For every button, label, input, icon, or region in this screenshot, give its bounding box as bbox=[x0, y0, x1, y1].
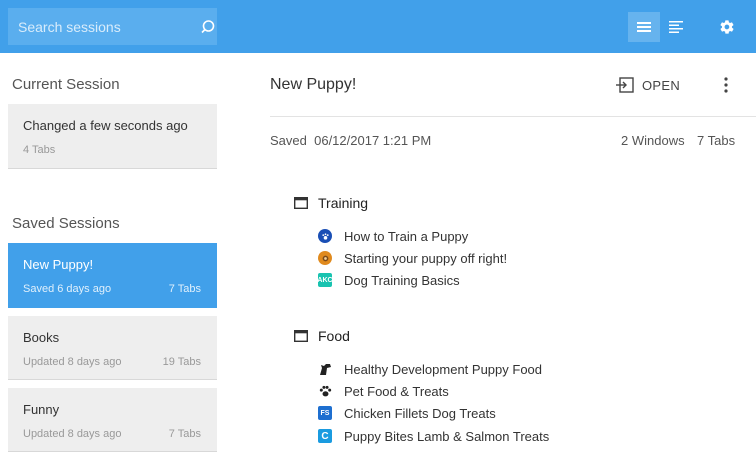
session-subtitle: Updated 8 days ago bbox=[23, 428, 122, 440]
paw-blue-icon bbox=[318, 229, 332, 243]
fs-icon: FS bbox=[318, 406, 332, 420]
list-view-icon bbox=[637, 22, 651, 32]
session-subtitle: Updated 8 days ago bbox=[23, 356, 122, 368]
session-tab-count: 7 Tabs bbox=[168, 428, 201, 440]
gear-icon bbox=[720, 20, 734, 34]
session-detail-title: New Puppy! bbox=[270, 76, 357, 93]
tab-title: Puppy Bites Lamb & Salmon Treats bbox=[344, 428, 550, 444]
tab-item[interactable]: C Puppy Bites Lamb & Salmon Treats bbox=[318, 428, 549, 444]
c-logo-icon: C bbox=[318, 429, 332, 443]
tab-title: Chicken Fillets Dog Treats bbox=[344, 405, 496, 421]
dog-badge-icon bbox=[318, 251, 332, 265]
more-options-button[interactable] bbox=[716, 73, 736, 97]
tab-item[interactable]: Healthy Development Puppy Food bbox=[318, 361, 542, 377]
saved-label: Saved bbox=[270, 133, 307, 148]
window-name: Training bbox=[318, 195, 369, 211]
search-icon[interactable] bbox=[199, 8, 217, 45]
tab-title: Pet Food & Treats bbox=[344, 383, 449, 399]
session-title: Funny bbox=[23, 402, 60, 417]
tab-item[interactable]: FS Chicken Fillets Dog Treats bbox=[318, 405, 496, 421]
session-subtitle: Saved 6 days ago bbox=[23, 283, 112, 295]
akc-badge-text: AKC bbox=[317, 276, 333, 284]
window-name: Food bbox=[318, 328, 350, 344]
tab-title: Healthy Development Puppy Food bbox=[344, 361, 543, 377]
tab-item[interactable]: Starting your puppy off right! bbox=[318, 250, 507, 266]
session-detail: New Puppy! OPEN Saved 06/12/2017 1:21 PM… bbox=[228, 53, 756, 462]
window-training: Training bbox=[294, 195, 368, 211]
current-session-card[interactable]: Changed a few seconds ago 4 Tabs bbox=[8, 104, 217, 169]
tab-title: How to Train a Puppy bbox=[344, 228, 469, 244]
session-tab-count: 7 Tabs bbox=[168, 283, 201, 295]
c-badge-text: C bbox=[321, 430, 329, 442]
session-title: Books bbox=[23, 330, 60, 345]
divider bbox=[270, 116, 756, 117]
saved-info: Saved 06/12/2017 1:21 PM bbox=[270, 133, 431, 148]
saved-sessions-heading: Saved Sessions bbox=[12, 215, 120, 232]
tab-item[interactable]: How to Train a Puppy bbox=[318, 228, 468, 244]
more-vert-icon bbox=[724, 77, 728, 93]
open-label: OPEN bbox=[642, 77, 681, 93]
session-item-books[interactable]: Books Updated 8 days ago 19 Tabs bbox=[8, 316, 217, 380]
current-session-tabs: 4 Tabs bbox=[23, 144, 56, 156]
open-session-button[interactable]: OPEN bbox=[616, 75, 680, 95]
search-input[interactable] bbox=[8, 8, 199, 45]
current-session-heading: Current Session bbox=[12, 76, 120, 93]
window-icon bbox=[294, 330, 308, 342]
tab-title: Dog Training Basics bbox=[344, 272, 460, 288]
dog-silhouette-icon bbox=[318, 362, 332, 376]
tab-title: Starting your puppy off right! bbox=[344, 250, 508, 266]
sidebar: Current Session Changed a few seconds ag… bbox=[0, 53, 228, 462]
paw-print-icon bbox=[318, 384, 332, 398]
open-in-window-icon bbox=[616, 77, 634, 93]
windows-count: 2 Windows bbox=[621, 133, 685, 148]
session-item-funny[interactable]: Funny Updated 8 days ago 7 Tabs bbox=[8, 388, 217, 452]
session-title: New Puppy! bbox=[23, 257, 94, 272]
list-view-button[interactable] bbox=[628, 12, 660, 42]
settings-button[interactable] bbox=[712, 12, 742, 42]
tab-item[interactable]: Pet Food & Treats bbox=[318, 383, 449, 399]
tab-item[interactable]: AKC Dog Training Basics bbox=[317, 272, 460, 288]
current-session-title: Changed a few seconds ago bbox=[23, 118, 188, 133]
akc-icon: AKC bbox=[317, 273, 333, 287]
top-bar bbox=[0, 0, 756, 53]
search-box bbox=[8, 8, 217, 45]
detail-view-button[interactable] bbox=[660, 12, 692, 42]
fs-badge-text: FS bbox=[320, 409, 330, 417]
session-item-new-puppy[interactable]: New Puppy! Saved 6 days ago 7 Tabs bbox=[8, 243, 217, 308]
tabs-count: 7 Tabs bbox=[697, 133, 736, 148]
saved-date: 06/12/2017 1:21 PM bbox=[314, 133, 432, 148]
window-icon bbox=[294, 197, 308, 209]
detail-view-icon bbox=[669, 21, 683, 33]
session-tab-count: 19 Tabs bbox=[162, 356, 201, 368]
window-food: Food bbox=[294, 328, 350, 344]
